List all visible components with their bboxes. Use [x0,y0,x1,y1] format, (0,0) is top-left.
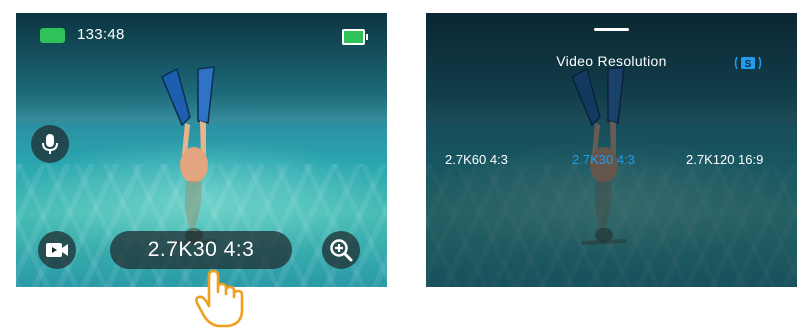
microphone-button[interactable] [31,125,69,163]
zoom-button[interactable] [322,231,360,269]
microphone-icon [42,134,58,154]
remaining-recording-time: 133:48 [77,26,125,43]
tap-hand-icon [195,270,244,328]
resolution-selector-button[interactable]: 2.7K30 4:3 [110,231,292,269]
resolution-label: 2.7K30 4:3 [147,238,255,261]
zoom-in-icon [330,239,353,262]
resolution-menu-screen: Video Resolution S 2.7K60 4:3 2.7K30 4:3… [426,13,797,287]
camera-preview-screen: 133:48 2.7K30 4:3 [16,13,387,287]
video-playback-icon [46,243,68,257]
mode-badge-letter: S [745,59,752,70]
camera-battery-icon [342,29,368,45]
menu-drag-handle[interactable] [594,28,629,31]
steady-mode-badge-icon[interactable]: S [734,55,762,71]
resolution-option[interactable]: 2.7K60 4:3 [445,152,508,167]
resolution-option-selected[interactable]: 2.7K30 4:3 [572,152,635,167]
playback-button[interactable] [38,231,76,269]
battery-status-icon [40,28,65,43]
diver-image [160,66,216,245]
resolution-option[interactable]: 2.7K120 16:9 [686,152,763,167]
